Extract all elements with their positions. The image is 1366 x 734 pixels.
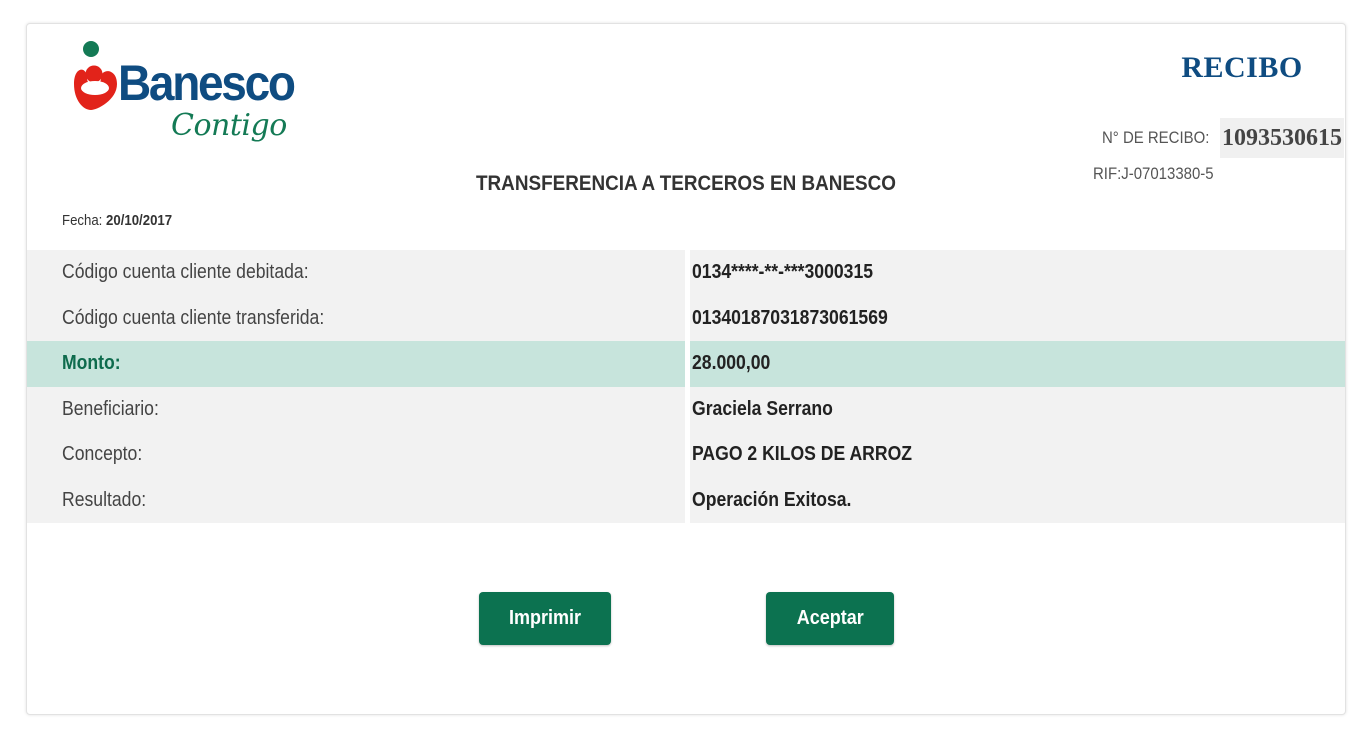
detail-label: Beneficiario: — [62, 397, 159, 420]
receipt-title: RECIBO — [1181, 51, 1303, 84]
date-label: Fecha: — [62, 212, 103, 229]
banesco-logo: Banesco Contigo — [71, 38, 311, 158]
operation-title: TRANSFERENCIA A TERCEROS EN BANESCO — [475, 172, 897, 195]
print-button[interactable]: Imprimir — [479, 592, 611, 645]
detail-value: PAGO 2 KILOS DE ARROZ — [692, 443, 913, 466]
logo-wordmark: Banesco — [118, 55, 296, 111]
detail-row-result: Resultado: Operación Exitosa. — [27, 477, 1345, 523]
logo-tagline: Contigo — [171, 108, 287, 143]
detail-label: Resultado: — [62, 488, 147, 511]
detail-row-debited-account: Código cuenta cliente debitada: 0134****… — [27, 250, 1345, 296]
detail-label: Código cuenta cliente transferida: — [62, 306, 325, 329]
detail-label: Código cuenta cliente debitada: — [62, 261, 309, 284]
detail-row-concept: Concepto: PAGO 2 KILOS DE ARROZ — [27, 432, 1345, 478]
detail-label: Concepto: — [62, 443, 143, 466]
detail-row-transferred-account: Código cuenta cliente transferida: 01340… — [27, 295, 1345, 341]
print-button-label: Imprimir — [508, 607, 582, 629]
receipt-header: RECIBO N° DE RECIBO: 1093530615 RIF:J-07… — [1085, 46, 1345, 183]
accept-button[interactable]: Aceptar — [766, 592, 894, 645]
details-table: Código cuenta cliente debitada: 0134****… — [27, 250, 1345, 523]
receipt-number: 1093530615 — [1220, 118, 1344, 158]
detail-row-beneficiary: Beneficiario: Graciela Serrano — [27, 386, 1345, 432]
detail-value: Graciela Serrano — [692, 397, 833, 420]
accept-button-label: Aceptar — [796, 607, 864, 629]
detail-row-amount: Monto: 28.000,00 — [27, 341, 1345, 387]
detail-value: Operación Exitosa. — [692, 488, 852, 511]
detail-value: 01340187031873061569 — [692, 306, 888, 329]
operation-date: Fecha: 20/10/2017 — [62, 212, 172, 229]
receipt-card: Banesco Contigo RECIBO N° DE RECIBO: 109… — [26, 23, 1346, 715]
detail-value: 0134****-**-***3000315 — [692, 261, 874, 284]
receipt-number-label: N° DE RECIBO: — [1102, 128, 1210, 147]
detail-value: 28.000,00 — [692, 352, 771, 375]
detail-label: Monto: — [62, 352, 121, 375]
date-value: 20/10/2017 — [106, 212, 173, 229]
